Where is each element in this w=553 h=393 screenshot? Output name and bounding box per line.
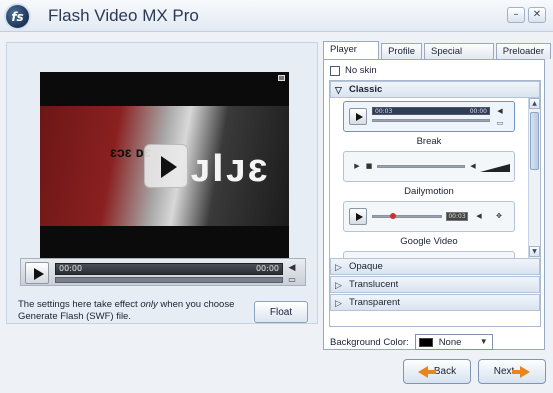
no-skin-checkbox[interactable] [330, 65, 340, 76]
mini-time-right: 00:00 [469, 108, 487, 115]
group-classic-label: Classic [349, 84, 383, 95]
mini-seek-bar [372, 215, 442, 218]
skin-caption-google-video: Google Video [400, 236, 458, 247]
video-preview: ɛɔɛ ᴅɛ ᴊIᴊɛ [40, 72, 289, 258]
title-bar: fs Flash Video MX Pro – ✕ [0, 0, 553, 32]
mini-fullscreen-icon: ✥ [496, 212, 502, 220]
tab-special-effects[interactable]: Special effects [424, 43, 494, 72]
volume-icon[interactable]: ◀ [283, 263, 301, 273]
note-emphasis: only [140, 299, 158, 310]
scroll-down-icon[interactable]: ▼ [529, 246, 540, 257]
time-display: 00:00 00:00 [55, 263, 283, 275]
group-translucent-label: Translucent [349, 279, 399, 290]
seek-bar[interactable] [55, 277, 283, 283]
settings-note: The settings here take effect only when … [18, 299, 248, 323]
tab-profile[interactable]: Profile [381, 43, 422, 59]
close-button[interactable]: ✕ [528, 7, 546, 23]
expand-icon: ▷ [335, 280, 342, 290]
expand-icon: ▷ [335, 262, 342, 272]
next-label: Next [493, 366, 515, 377]
scroll-up-icon[interactable]: ▲ [529, 98, 540, 109]
skin-caption-dailymotion: Dailymotion [404, 186, 454, 197]
settings-tabs: Player skin Profile Special effects Prel… [323, 41, 553, 72]
app-logo-text: fs [11, 9, 24, 24]
skin-scrollbar[interactable]: ▲ ▼ [528, 98, 540, 258]
mini-volume-icon: ◀ [476, 212, 482, 220]
skin-list: ▽ Classic 00:03 00:00 ◀ ▭ Break ▶ ■ ◀ Da… [329, 80, 541, 327]
mini-volume-icon: ◀ [470, 162, 476, 170]
group-classic[interactable]: ▽ Classic [330, 81, 540, 98]
chevron-down-icon: ▼ [479, 337, 488, 346]
mini-fullscreen-icon: ▭ [496, 119, 504, 127]
scroll-thumb[interactable] [530, 112, 539, 170]
background-color-value: None [438, 336, 462, 348]
time-total: 00:00 [255, 264, 279, 273]
skin-caption-break: Break [416, 136, 442, 147]
mini-play-icon [349, 208, 367, 225]
skin-dailymotion[interactable]: ▶ ■ ◀ [343, 151, 515, 182]
mini-stop-icon: ■ [365, 162, 373, 170]
mini-volume-icon: ◀ [497, 107, 503, 115]
collapse-icon: ▽ [335, 85, 342, 95]
mini-time-left: 00:03 [375, 108, 393, 115]
mini-seek-knob [390, 213, 396, 219]
video-overlay-text: ᴊIᴊɛ [190, 146, 270, 190]
mini-time-track: 00:03 00:00 [372, 107, 490, 115]
background-color-row: Background Color: None ▼ [330, 334, 493, 350]
corner-icon [278, 75, 285, 81]
group-transparent-label: Transparent [349, 297, 400, 308]
background-color-label: Background Color: [330, 336, 409, 348]
preview-panel: ɛɔɛ ᴅɛ ᴊIᴊɛ 00:00 00:00 ◀ ▭ [6, 42, 318, 324]
play-button[interactable] [25, 262, 49, 284]
back-button[interactable]: Back [403, 359, 471, 384]
float-button[interactable]: Float [254, 301, 308, 323]
player-skin-panel: No skin ▽ Classic 00:03 00:00 ◀ ▭ Break … [323, 59, 545, 350]
expand-icon: ▷ [335, 298, 342, 308]
skin-next-partial[interactable] [343, 251, 515, 258]
mini-seek-bar [372, 119, 490, 122]
group-opaque[interactable]: ▷ Opaque [330, 258, 540, 275]
back-label: Back [433, 366, 457, 377]
skin-break[interactable]: 00:03 00:00 ◀ ▭ [343, 101, 515, 132]
background-color-select[interactable]: None ▼ [414, 334, 493, 350]
fullscreen-icon[interactable]: ▭ [283, 275, 301, 284]
skin-gallery: 00:03 00:00 ◀ ▭ Break ▶ ■ ◀ Dailymotion [330, 98, 528, 258]
skin-google-video[interactable]: 00:03 ◀ ✥ [343, 201, 515, 232]
minimize-button[interactable]: – [507, 7, 525, 23]
no-skin-label: No skin [345, 65, 377, 76]
next-arrow-icon [512, 365, 531, 378]
player-controls: 00:00 00:00 ◀ ▭ [20, 258, 306, 286]
big-play-icon[interactable] [144, 144, 188, 188]
next-button[interactable]: Next [478, 359, 546, 384]
group-translucent[interactable]: ▷ Translucent [330, 276, 540, 293]
tab-preloader[interactable]: Preloader [495, 43, 551, 59]
mini-time-box: 00:03 [446, 212, 468, 221]
group-opaque-label: Opaque [349, 261, 383, 272]
tab-player-skin[interactable]: Player skin [323, 41, 380, 70]
time-elapsed: 00:00 [59, 264, 83, 273]
color-swatch [418, 337, 433, 347]
mini-play-icon [349, 108, 367, 125]
group-transparent[interactable]: ▷ Transparent [330, 294, 540, 311]
window-title: Flash Video MX Pro [48, 6, 199, 25]
mini-volume-wedge [480, 164, 510, 172]
back-arrow-icon [417, 365, 436, 378]
no-skin-option[interactable]: No skin [330, 65, 377, 76]
mini-seek-bar [377, 165, 465, 168]
mini-play-icon: ▶ [354, 162, 360, 170]
app-logo: fs [4, 3, 31, 30]
note-prefix: The settings here take effect [18, 299, 141, 310]
